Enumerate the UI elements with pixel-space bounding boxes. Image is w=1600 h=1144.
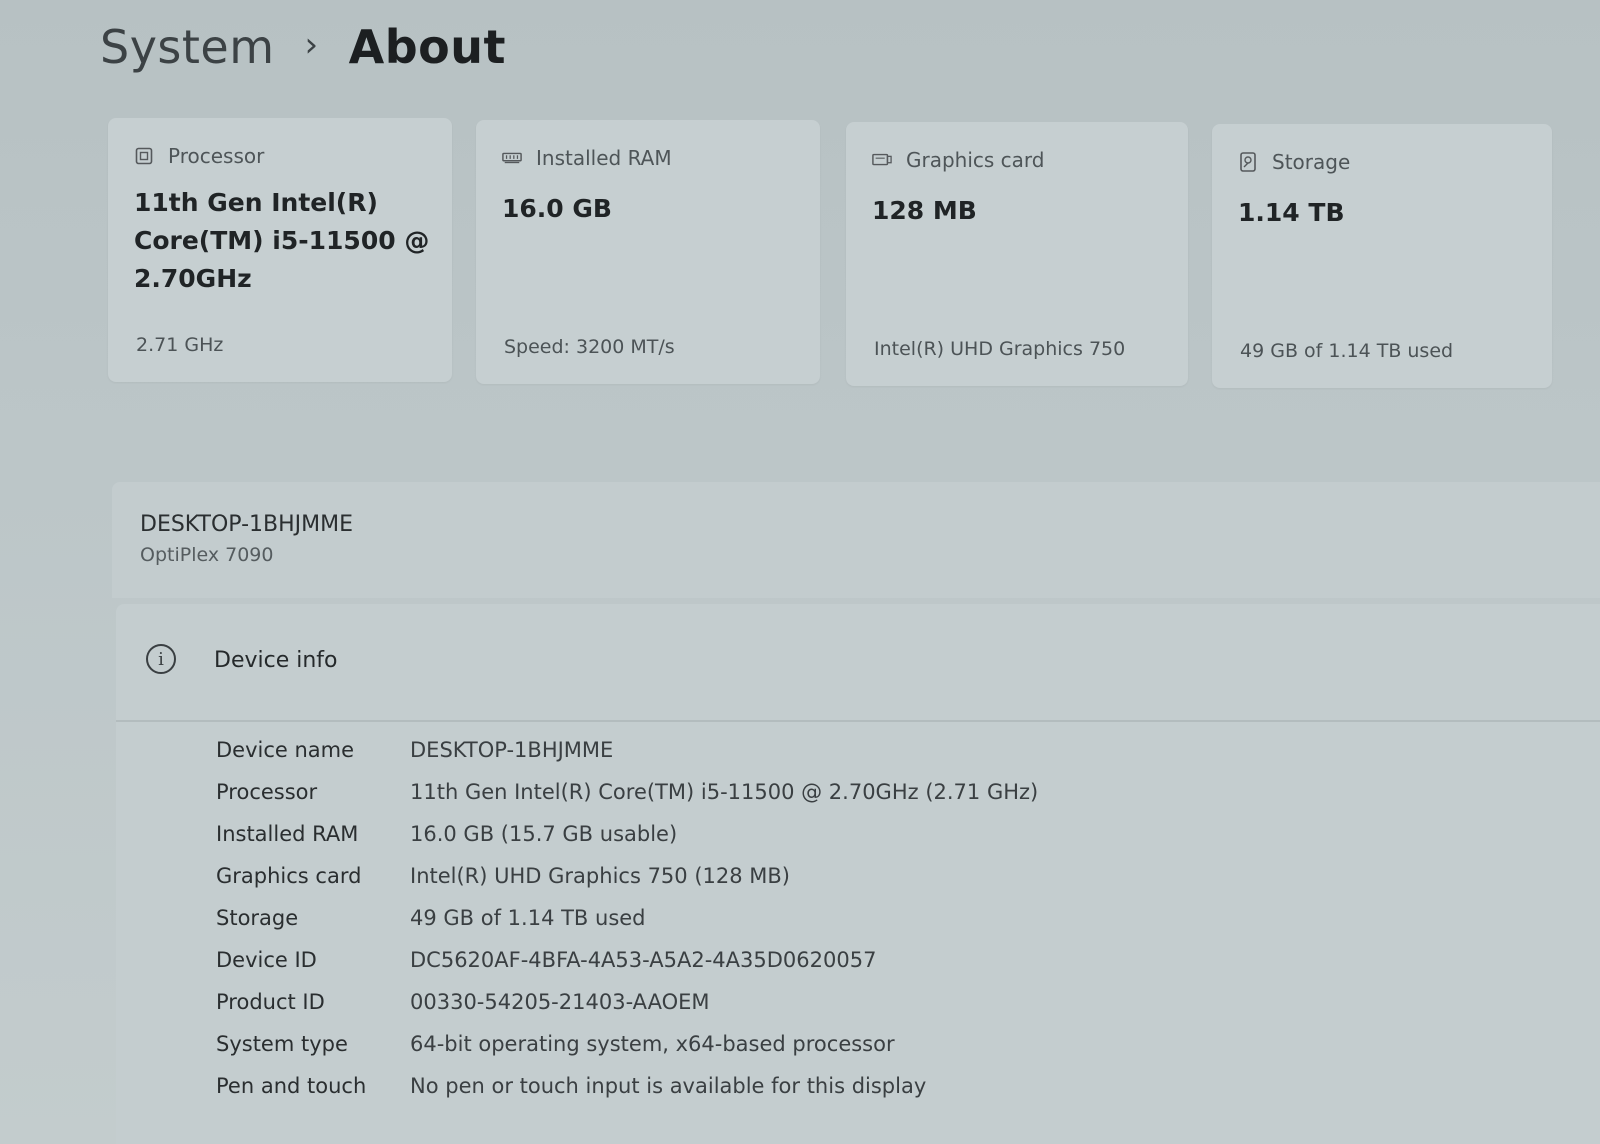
spec-row-installed-ram: Installed RAM 16.0 GB (15.7 GB usable) bbox=[216, 822, 677, 846]
device-name: DESKTOP-1BHJMME bbox=[140, 512, 353, 537]
spec-value: 16.0 GB (15.7 GB usable) bbox=[410, 822, 678, 846]
card-subtext: 49 GB of 1.14 TB used bbox=[1240, 340, 1454, 362]
spec-label: System type bbox=[216, 1032, 348, 1056]
device-summary[interactable]: DESKTOP-1BHJMME OptiPlex 7090 bbox=[112, 482, 1600, 598]
spec-row-device-id: Device ID DC5620AF-4BFA-4A53-A5A2-4A35D0… bbox=[216, 948, 876, 972]
spec-row-graphics-card: Graphics card Intel(R) UHD Graphics 750 … bbox=[216, 864, 790, 888]
card-header: Graphics card bbox=[872, 148, 1045, 172]
card-label: Graphics card bbox=[906, 148, 1045, 172]
spec-row-pen-and-touch: Pen and touch No pen or touch input is a… bbox=[216, 1074, 926, 1098]
device-model: OptiPlex 7090 bbox=[140, 544, 274, 566]
card-label: Processor bbox=[168, 144, 265, 168]
spec-value: 64-bit operating system, x64-based proce… bbox=[410, 1032, 895, 1056]
device-info-section: i Device info Device name DESKTOP-1BHJMM… bbox=[116, 604, 1600, 1144]
spec-row-device-name: Device name DESKTOP-1BHJMME bbox=[216, 738, 613, 762]
breadcrumb: System › About bbox=[100, 20, 506, 74]
spec-row-storage: Storage 49 GB of 1.14 TB used bbox=[216, 906, 646, 930]
card-subtext: Intel(R) UHD Graphics 750 bbox=[874, 338, 1126, 360]
card-value: 16.0 GB bbox=[502, 194, 612, 223]
spec-row-system-type: System type 64-bit operating system, x64… bbox=[216, 1032, 895, 1056]
info-icon: i bbox=[146, 644, 176, 674]
card-subtext: Speed: 3200 MT/s bbox=[504, 336, 675, 358]
spec-label: Processor bbox=[216, 780, 318, 804]
graphics-card-card: Graphics card 128 MB Intel(R) UHD Graphi… bbox=[846, 122, 1188, 386]
ram-card: Installed RAM 16.0 GB Speed: 3200 MT/s bbox=[476, 120, 820, 384]
storage-card: Storage 1.14 TB 49 GB of 1.14 TB used bbox=[1212, 124, 1552, 388]
card-value: 128 MB bbox=[872, 196, 977, 225]
processor-card: Processor 11th Gen Intel(R) Core(TM) i5-… bbox=[108, 118, 452, 382]
ram-icon bbox=[502, 150, 522, 166]
card-subtext: 2.71 GHz bbox=[136, 334, 224, 356]
card-header: Storage bbox=[1238, 150, 1350, 174]
spec-value: DESKTOP-1BHJMME bbox=[410, 738, 614, 762]
spec-label: Storage bbox=[216, 906, 299, 930]
spec-label: Device name bbox=[216, 738, 355, 762]
spec-value: 00330-54205-21403-AAOEM bbox=[410, 990, 710, 1014]
storage-icon bbox=[1238, 152, 1258, 172]
card-label: Installed RAM bbox=[536, 146, 672, 170]
spec-value: 11th Gen Intel(R) Core(TM) i5-11500 @ 2.… bbox=[410, 780, 1039, 804]
spec-label: Pen and touch bbox=[216, 1074, 367, 1098]
device-info-title: Device info bbox=[214, 648, 338, 673]
breadcrumb-system-link[interactable]: System bbox=[100, 20, 275, 74]
card-label: Storage bbox=[1272, 150, 1351, 174]
graphics-card-icon bbox=[872, 152, 892, 168]
spec-value: Intel(R) UHD Graphics 750 (128 MB) bbox=[410, 864, 790, 888]
card-header: Installed RAM bbox=[502, 146, 672, 170]
card-value: 11th Gen Intel(R) Core(TM) i5-11500 @ 2.… bbox=[134, 188, 430, 293]
settings-page: System › About Processor 11th Gen Intel(… bbox=[0, 0, 1600, 1144]
card-header: Processor bbox=[134, 144, 264, 168]
spec-label: Device ID bbox=[216, 948, 317, 972]
spec-label: Graphics card bbox=[216, 864, 362, 888]
processor-icon bbox=[134, 147, 154, 165]
card-value: 1.14 TB bbox=[1238, 198, 1345, 227]
chevron-right-icon: › bbox=[304, 25, 319, 65]
spec-label: Installed RAM bbox=[216, 822, 359, 846]
page-title: About bbox=[348, 20, 507, 74]
spec-row-product-id: Product ID 00330-54205-21403-AAOEM bbox=[216, 990, 710, 1014]
spec-label: Product ID bbox=[216, 990, 325, 1014]
spec-row-processor: Processor 11th Gen Intel(R) Core(TM) i5-… bbox=[216, 780, 1038, 804]
spec-value: 49 GB of 1.14 TB used bbox=[410, 906, 646, 930]
spec-value: No pen or touch input is available for t… bbox=[410, 1074, 927, 1098]
spec-value: DC5620AF-4BFA-4A53-A5A2-4A35D0620057 bbox=[410, 948, 877, 972]
device-info-header[interactable]: i Device info bbox=[116, 604, 1600, 722]
